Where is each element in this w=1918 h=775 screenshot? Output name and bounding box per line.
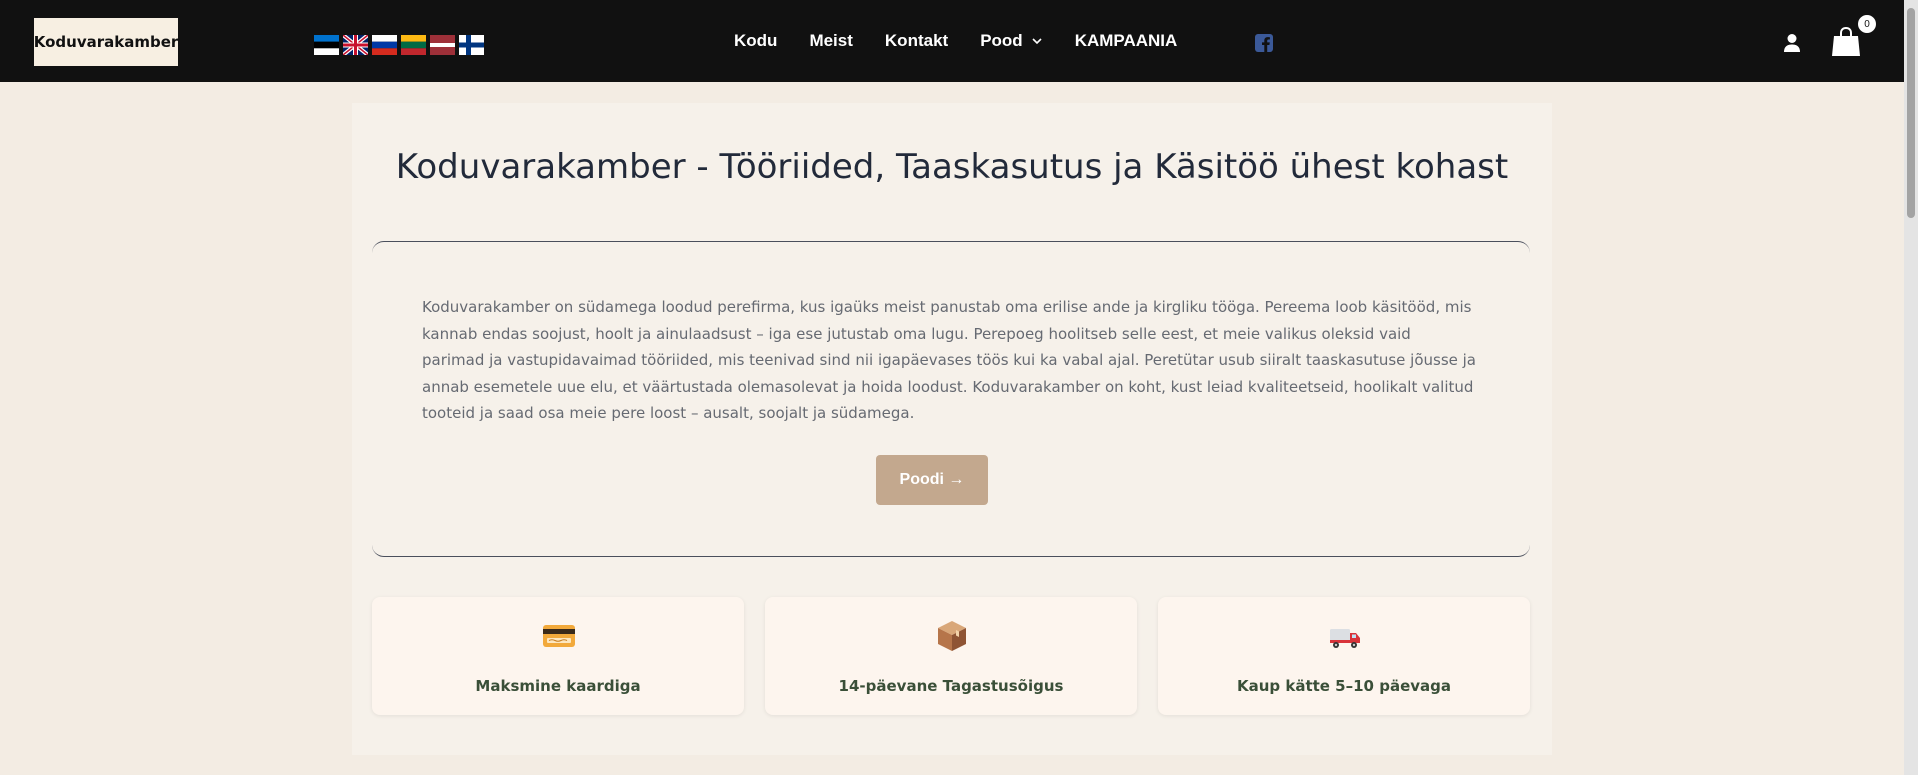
flag-estonia-icon[interactable]	[314, 35, 339, 55]
about-text: Koduvarakamber on südamega loodud perefi…	[422, 298, 1476, 422]
feature-card-return: 14-päevane Tagastusõigus	[765, 597, 1137, 715]
shop-button[interactable]: Poodi →	[876, 455, 988, 505]
facebook-icon[interactable]	[1255, 34, 1273, 52]
feature-card-delivery: Kaup kätte 5–10 päevaga	[1158, 597, 1530, 715]
nav-item-meist[interactable]: Meist	[809, 30, 852, 52]
shopping-bag-icon[interactable]	[1830, 26, 1862, 58]
user-account-icon[interactable]	[1783, 33, 1801, 53]
delivery-truck-icon	[1330, 629, 1360, 648]
nav-item-kontakt[interactable]: Kontakt	[885, 30, 948, 52]
chevron-down-icon	[1032, 38, 1042, 45]
page-title: Koduvarakamber - Tööriided, Taaskasutus …	[395, 147, 1509, 187]
flag-lithuania-icon[interactable]	[401, 35, 426, 55]
nav-item-kampaania[interactable]: KAMPAANIA	[1075, 30, 1178, 52]
scrollbar-thumb[interactable]	[1907, 8, 1915, 218]
feature-label: 14-päevane Tagastusõigus	[838, 677, 1064, 695]
nav-item-pood[interactable]: Pood	[980, 30, 1043, 52]
flag-finland-icon[interactable]	[459, 35, 484, 55]
cart-count-badge: 0	[1857, 14, 1877, 34]
flag-latvia-icon[interactable]	[430, 35, 455, 55]
flag-uk-icon[interactable]	[343, 35, 368, 55]
package-icon	[938, 621, 966, 651]
logo-text: Koduvarakamber	[33, 33, 179, 51]
site-logo[interactable]: Koduvarakamber	[34, 18, 178, 66]
credit-card-icon	[543, 625, 575, 647]
feature-label: Kaup kätte 5–10 päevaga	[1236, 677, 1452, 695]
language-switcher	[314, 35, 484, 55]
feature-card-payment: Maksmine kaardiga	[372, 597, 744, 715]
flag-russia-icon[interactable]	[372, 35, 397, 55]
nav-item-kodu[interactable]: Kodu	[734, 30, 777, 52]
feature-label: Maksmine kaardiga	[475, 677, 641, 695]
main-navigation: Kodu Meist Kontakt Pood KAMPAANIA	[734, 30, 1209, 52]
about-section: Koduvarakamber on südamega loodud perefi…	[372, 241, 1530, 557]
